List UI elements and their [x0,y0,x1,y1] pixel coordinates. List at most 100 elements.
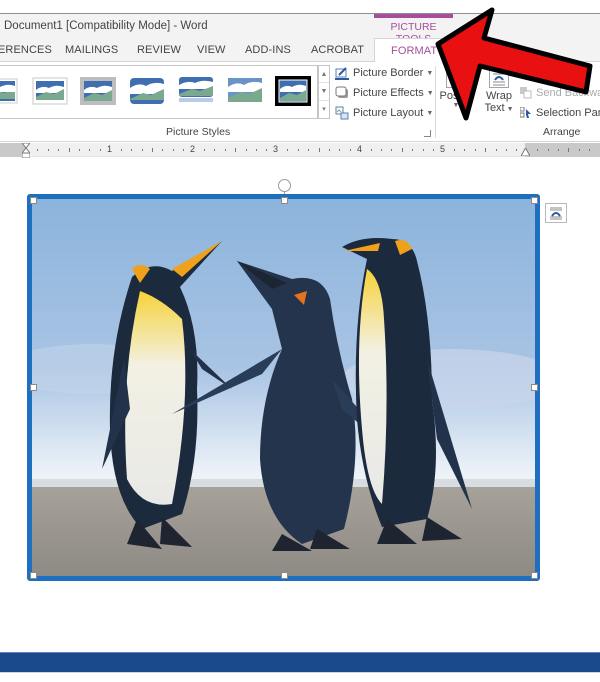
ruler-tick [224,149,226,151]
tab-add-ins[interactable]: ADD-INS [245,44,291,56]
ruler-tick [547,149,549,151]
resize-handle-top-right[interactable] [531,197,538,204]
ruler-tick [235,148,237,152]
picture-style-thumb[interactable] [32,76,68,106]
status-bar [0,652,600,672]
title-bar: Document1 [Compatibility Mode] - Word [0,14,600,38]
send-backward-button[interactable]: Send Backwar [520,84,600,102]
horizontal-ruler[interactable]: 1 2 3 4 5 [0,143,600,159]
tab-format[interactable]: FORMAT [374,38,453,63]
picture-effects-button[interactable]: Picture Effects ▼ [335,84,434,102]
dropdown-arrow-icon: ▼ [426,109,434,117]
selection-pane-label: Selection Pane [536,107,600,119]
ruler-tick [287,149,289,151]
position-icon [446,66,466,88]
ruler-tick [474,149,476,151]
picture-style-thumb[interactable] [178,76,214,106]
selection-pane-button[interactable]: Selection Pane [519,104,600,122]
resize-handle-top[interactable] [281,197,288,204]
ruler-tick [485,148,487,152]
gallery-scroll-up-button[interactable]: ▲ [319,66,329,84]
ruler-number: 1 [107,144,113,154]
ruler-tick [183,149,185,151]
bottom-edge [0,672,600,682]
tab-references[interactable]: ERENCES [0,44,52,56]
resize-handle-right[interactable] [531,384,538,391]
ruler-tick [453,149,455,151]
ribbon-tabs: ERENCES MAILINGS REVIEW VIEW ADD-INS ACR… [0,38,600,63]
ruler-tick [204,149,205,151]
picture-style-thumb-selected[interactable] [275,76,311,106]
picture-style-thumb[interactable] [80,76,116,106]
wrap-text-label: Wrap [485,90,513,102]
screen-top-strip [0,0,600,14]
ruler-tick [328,149,330,151]
picture-styles-dialog-launcher[interactable] [424,130,431,137]
dropdown-arrow-icon: ▼ [506,106,514,113]
ruler-number: 4 [357,144,363,154]
ruler-tick [99,149,101,151]
ruler-tick [68,148,70,152]
picture-style-thumb[interactable] [0,76,18,106]
tab-mailings[interactable]: MAILINGS [65,44,118,56]
position-button[interactable]: Positio ▼ [438,66,474,109]
ruler-tick [391,149,393,151]
ruler-tick [464,149,466,151]
layout-options-button[interactable] [545,203,567,223]
bring-forward-button[interactable]: ard [575,64,591,82]
selected-picture[interactable] [27,194,540,581]
picture-styles-group-label: Picture Styles [166,126,231,138]
picture-border-button[interactable]: Picture Border ▼ [335,64,433,82]
picture-layout-icon [335,106,349,120]
gallery-more-button[interactable]: ▾ [319,101,329,118]
resize-handle-left[interactable] [30,384,37,391]
wrap-text-label-2: Text [484,102,505,114]
window-title: Document1 [Compatibility Mode] - Word [4,20,208,32]
ruler-tick [245,149,247,151]
picture-layout-button[interactable]: Picture Layout ▼ [335,104,433,122]
dropdown-arrow-icon: ▼ [426,69,434,77]
picture-effects-label: Picture Effects [353,87,424,99]
selection-pane-icon [519,106,532,119]
ruler-number: 5 [440,144,446,154]
ruler-tick [537,149,539,151]
tab-acrobat[interactable]: ACROBAT [311,44,364,56]
penguins-image [32,199,535,576]
ruler-tick [422,149,424,151]
ruler-tick [589,149,591,151]
gallery-scrollbar: ▲ ▼ ▾ [318,65,330,119]
picture-styles-gallery [0,65,318,119]
resize-handle-top-left[interactable] [30,197,37,204]
ruler-tick [339,149,341,151]
ruler-tick [578,149,580,151]
picture-effects-icon [335,86,349,100]
right-indent-marker-icon[interactable] [521,148,530,156]
ruler-tick [120,149,122,151]
indent-marker-icon[interactable] [22,143,30,159]
dropdown-arrow-icon: ▼ [426,89,434,97]
tab-view[interactable]: VIEW [197,44,226,56]
ruler-tick [318,148,320,152]
tab-review[interactable]: REVIEW [137,44,181,56]
resize-handle-bottom-left[interactable] [30,572,37,579]
resize-handle-bottom[interactable] [281,572,288,579]
ruler-tick [297,149,299,151]
ruler-tick [89,149,91,151]
ruler-tick [370,149,372,151]
gallery-scroll-down-button[interactable]: ▼ [319,83,329,101]
ruler-number: 3 [273,144,279,154]
ruler-tick [381,149,383,151]
ruler-tick [172,149,174,151]
picture-style-thumb[interactable] [227,76,263,106]
ruler-tick [308,149,310,151]
ruler-tick [349,149,351,151]
ruler-tick [266,149,268,151]
ruler-tick [37,149,39,151]
picture-style-thumb[interactable] [129,76,165,106]
ruler-tick [131,149,133,151]
ruler-tick [568,148,570,152]
dropdown-arrow-icon: ▼ [452,102,460,109]
ruler-tick [47,149,49,151]
wrap-text-button[interactable]: Wrap Text ▼ [482,66,516,114]
resize-handle-bottom-right[interactable] [531,572,538,579]
